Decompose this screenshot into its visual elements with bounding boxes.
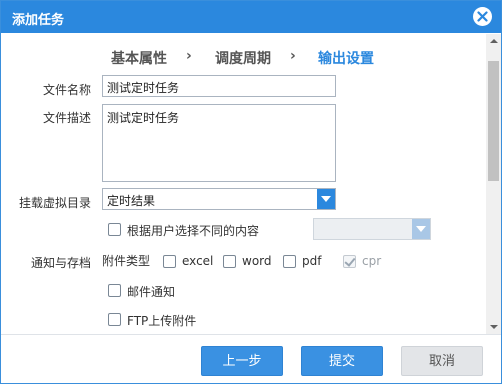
per-user-content-checkbox[interactable] bbox=[108, 223, 121, 236]
chevron-down-icon[interactable] bbox=[317, 189, 335, 209]
mount-dir-label: 挂载虚拟目录 bbox=[18, 196, 91, 210]
step-separator: › bbox=[186, 48, 192, 64]
wizard-steps: 基本属性 › 调度周期 › 输出设置 bbox=[1, 48, 491, 68]
step-schedule-period[interactable]: 调度周期 bbox=[215, 48, 271, 68]
vertical-scrollbar[interactable] bbox=[486, 34, 501, 334]
cpr-label: cpr bbox=[362, 254, 382, 268]
dialog-footer: 上一步 提交 取消 bbox=[1, 334, 501, 383]
ftp-upload-label: FTP上传附件 bbox=[127, 314, 197, 328]
file-desc-textarea[interactable]: 测试定时任务 bbox=[102, 104, 336, 182]
scroll-up-icon[interactable] bbox=[486, 34, 501, 47]
chevron-down-icon bbox=[412, 219, 430, 239]
step-basic-properties[interactable]: 基本属性 bbox=[111, 48, 167, 68]
pdf-label: pdf bbox=[302, 254, 322, 268]
scroll-down-icon[interactable] bbox=[486, 321, 501, 334]
dialog-titlebar: 添加任务 bbox=[1, 1, 501, 33]
mount-dir-select[interactable]: 定时结果 bbox=[102, 188, 336, 210]
email-notify-label: 邮件通知 bbox=[127, 285, 176, 299]
step-separator: › bbox=[290, 48, 296, 64]
file-name-label: 文件名称 bbox=[42, 83, 91, 97]
word-checkbox[interactable] bbox=[223, 255, 236, 268]
per-user-content-select bbox=[313, 218, 431, 240]
excel-checkbox[interactable] bbox=[163, 255, 176, 268]
step-output-settings[interactable]: 输出设置 bbox=[318, 48, 374, 68]
excel-label: excel bbox=[182, 254, 214, 268]
word-label: word bbox=[242, 254, 272, 268]
pdf-checkbox[interactable] bbox=[283, 255, 296, 268]
cpr-checkbox bbox=[343, 255, 356, 268]
close-icon bbox=[477, 11, 488, 22]
mount-dir-value: 定时结果 bbox=[107, 194, 156, 208]
submit-button[interactable]: 提交 bbox=[301, 346, 383, 376]
attach-type-label: 附件类型 bbox=[102, 254, 151, 268]
scroll-thumb[interactable] bbox=[488, 61, 499, 181]
dialog-title: 添加任务 bbox=[12, 13, 65, 28]
previous-button[interactable]: 上一步 bbox=[201, 346, 283, 376]
ftp-upload-checkbox[interactable] bbox=[108, 313, 121, 326]
close-button[interactable] bbox=[473, 7, 492, 26]
per-user-content-label: 根据用户选择不同的内容 bbox=[127, 224, 260, 238]
email-notify-checkbox[interactable] bbox=[108, 284, 121, 297]
notify-archive-label: 通知与存档 bbox=[30, 256, 91, 270]
add-task-dialog: 添加任务 基本属性 › 调度周期 › 输出设置 文件名称 测试定时任务 文件描述… bbox=[0, 0, 502, 384]
cancel-button[interactable]: 取消 bbox=[401, 346, 483, 376]
file-desc-label: 文件描述 bbox=[42, 111, 91, 125]
file-name-input[interactable]: 测试定时任务 bbox=[102, 75, 336, 97]
